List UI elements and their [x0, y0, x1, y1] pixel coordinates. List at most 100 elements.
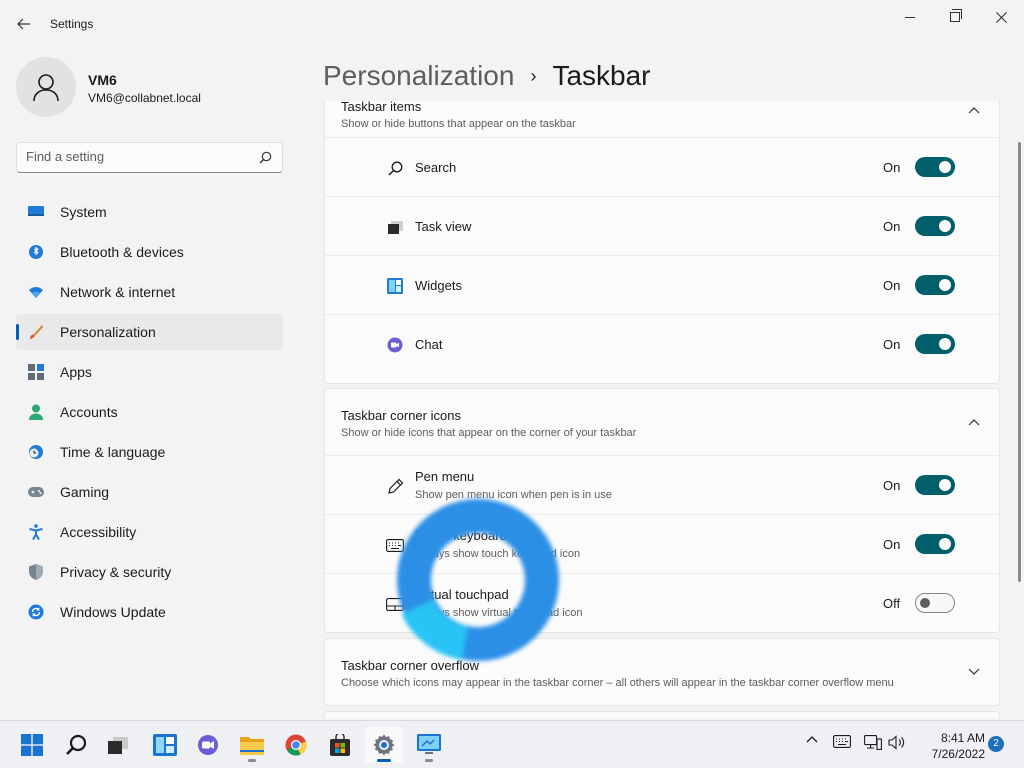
setting-label: Chat — [415, 337, 443, 352]
pen-menu-toggle[interactable] — [915, 475, 955, 495]
taskbar-items-header[interactable]: Taskbar items Show or hide buttons that … — [325, 101, 999, 137]
remote-desktop-icon — [417, 734, 441, 754]
clock-time: 8:41 AM — [940, 731, 985, 745]
taskbar: 8:41 AM 7/26/2022 — [0, 720, 1024, 768]
corner-icons-header[interactable]: Taskbar corner icons Show or hide icons … — [325, 389, 999, 455]
close-button[interactable] — [978, 4, 1024, 30]
taskbar-clock[interactable]: 8:41 AM 7/26/2022 — [915, 730, 985, 762]
taskbar-search-button[interactable] — [57, 727, 95, 763]
chevron-down-icon[interactable] — [967, 665, 981, 679]
chat-icon — [386, 336, 404, 354]
show-hidden-icons-button[interactable] — [806, 735, 818, 743]
sidebar-item-time-language[interactable]: Time & language — [16, 434, 283, 470]
sidebar-item-gaming[interactable]: Gaming — [16, 474, 283, 510]
section-title: Taskbar corner icons — [341, 408, 461, 423]
search-input[interactable] — [26, 149, 246, 164]
network-icon — [864, 735, 882, 750]
title-bar: Settings — [0, 0, 1024, 48]
widgets-button[interactable] — [146, 727, 184, 763]
sidebar-item-apps[interactable]: Apps — [16, 354, 283, 390]
search-icon — [386, 159, 404, 177]
maximize-button[interactable] — [932, 4, 978, 30]
sidebar-item-label: Personalization — [60, 324, 156, 340]
active-indicator — [377, 759, 391, 762]
start-button[interactable] — [13, 727, 51, 763]
clock-date: 7/26/2022 — [931, 747, 985, 761]
page-title: Taskbar — [552, 60, 651, 91]
chrome-icon — [285, 734, 307, 756]
task-view-button[interactable] — [99, 727, 137, 763]
close-icon — [995, 11, 1007, 23]
sidebar-nav: System Bluetooth & devices Network & int… — [16, 194, 283, 634]
touch-keyboard-tray-button[interactable] — [833, 735, 851, 748]
settings-icon — [373, 734, 395, 756]
widgets-icon — [153, 734, 177, 756]
sidebar-item-network[interactable]: Network & internet — [16, 274, 283, 310]
breadcrumb: Personalization › Taskbar — [323, 56, 651, 96]
chat-toggle[interactable] — [915, 334, 955, 354]
scrollbar-thumb[interactable] — [1018, 142, 1021, 582]
widgets-toggle[interactable] — [915, 275, 955, 295]
chevron-up-icon — [806, 736, 818, 743]
toggle-state: On — [883, 478, 901, 493]
remote-desktop-button[interactable] — [410, 727, 448, 763]
search-icon — [259, 151, 272, 164]
widgets-icon — [386, 277, 404, 295]
file-explorer-icon — [240, 737, 264, 755]
task-view-toggle[interactable] — [915, 216, 955, 236]
search-toggle[interactable] — [915, 157, 955, 177]
setting-row-widgets: Widgets On — [325, 255, 999, 314]
user-icon — [33, 74, 59, 102]
accessibility-icon — [28, 524, 44, 540]
shield-icon — [28, 564, 44, 580]
task-view-icon — [386, 218, 404, 236]
avatar[interactable] — [16, 57, 76, 117]
back-button[interactable] — [12, 12, 36, 36]
settings-taskbar-button[interactable] — [365, 727, 403, 763]
sidebar-item-accessibility[interactable]: Accessibility — [16, 514, 283, 550]
setting-label: Task view — [415, 219, 472, 234]
section-subtitle: Show or hide icons that appear on the co… — [341, 427, 637, 439]
bluetooth-icon — [28, 244, 44, 260]
search-icon — [66, 734, 87, 755]
sidebar-item-windows-update[interactable]: Windows Update — [16, 594, 283, 630]
sidebar-item-label: Bluetooth & devices — [60, 244, 184, 260]
restore-icon — [950, 9, 962, 22]
sidebar-item-personalization[interactable]: Personalization — [16, 314, 283, 350]
chat-button[interactable] — [189, 727, 227, 763]
pen-icon — [386, 477, 404, 495]
time-icon — [28, 444, 44, 460]
volume-tray-button[interactable] — [888, 735, 906, 750]
chevron-up-icon[interactable] — [967, 415, 981, 429]
sidebar-item-bluetooth[interactable]: Bluetooth & devices — [16, 234, 283, 270]
chevron-up-icon[interactable] — [967, 103, 981, 117]
store-button[interactable] — [321, 727, 359, 763]
section-subtitle: Show or hide buttons that appear on the … — [341, 118, 576, 130]
section-subtitle: Choose which icons may appear in the tas… — [341, 677, 894, 689]
touch-keyboard-toggle[interactable] — [915, 534, 955, 554]
wifi-icon — [28, 284, 44, 300]
sidebar-item-system[interactable]: System — [16, 194, 283, 230]
toggle-state: On — [883, 160, 901, 175]
sidebar-item-privacy[interactable]: Privacy & security — [16, 554, 283, 590]
sidebar-item-label: Accounts — [60, 404, 118, 420]
setting-label: Widgets — [415, 278, 462, 293]
task-view-icon — [108, 736, 128, 754]
network-tray-button[interactable] — [864, 735, 882, 750]
apps-icon — [28, 364, 44, 380]
virtual-touchpad-toggle[interactable] — [915, 593, 955, 613]
notification-badge[interactable]: 2 — [988, 736, 1004, 752]
sidebar-item-accounts[interactable]: Accounts — [16, 394, 283, 430]
user-email: VM6@collabnet.local — [88, 91, 201, 105]
chrome-button[interactable] — [277, 727, 315, 763]
breadcrumb-parent[interactable]: Personalization — [323, 60, 514, 92]
file-explorer-button[interactable] — [233, 727, 271, 763]
sidebar-item-label: Gaming — [60, 484, 110, 500]
chat-icon — [198, 735, 218, 755]
running-indicator — [425, 759, 433, 762]
keyboard-icon — [833, 735, 851, 748]
search-box[interactable] — [16, 142, 283, 173]
setting-label: Search — [415, 160, 457, 175]
minimize-button[interactable] — [887, 4, 933, 30]
sidebar-item-label: Privacy & security — [60, 564, 172, 580]
